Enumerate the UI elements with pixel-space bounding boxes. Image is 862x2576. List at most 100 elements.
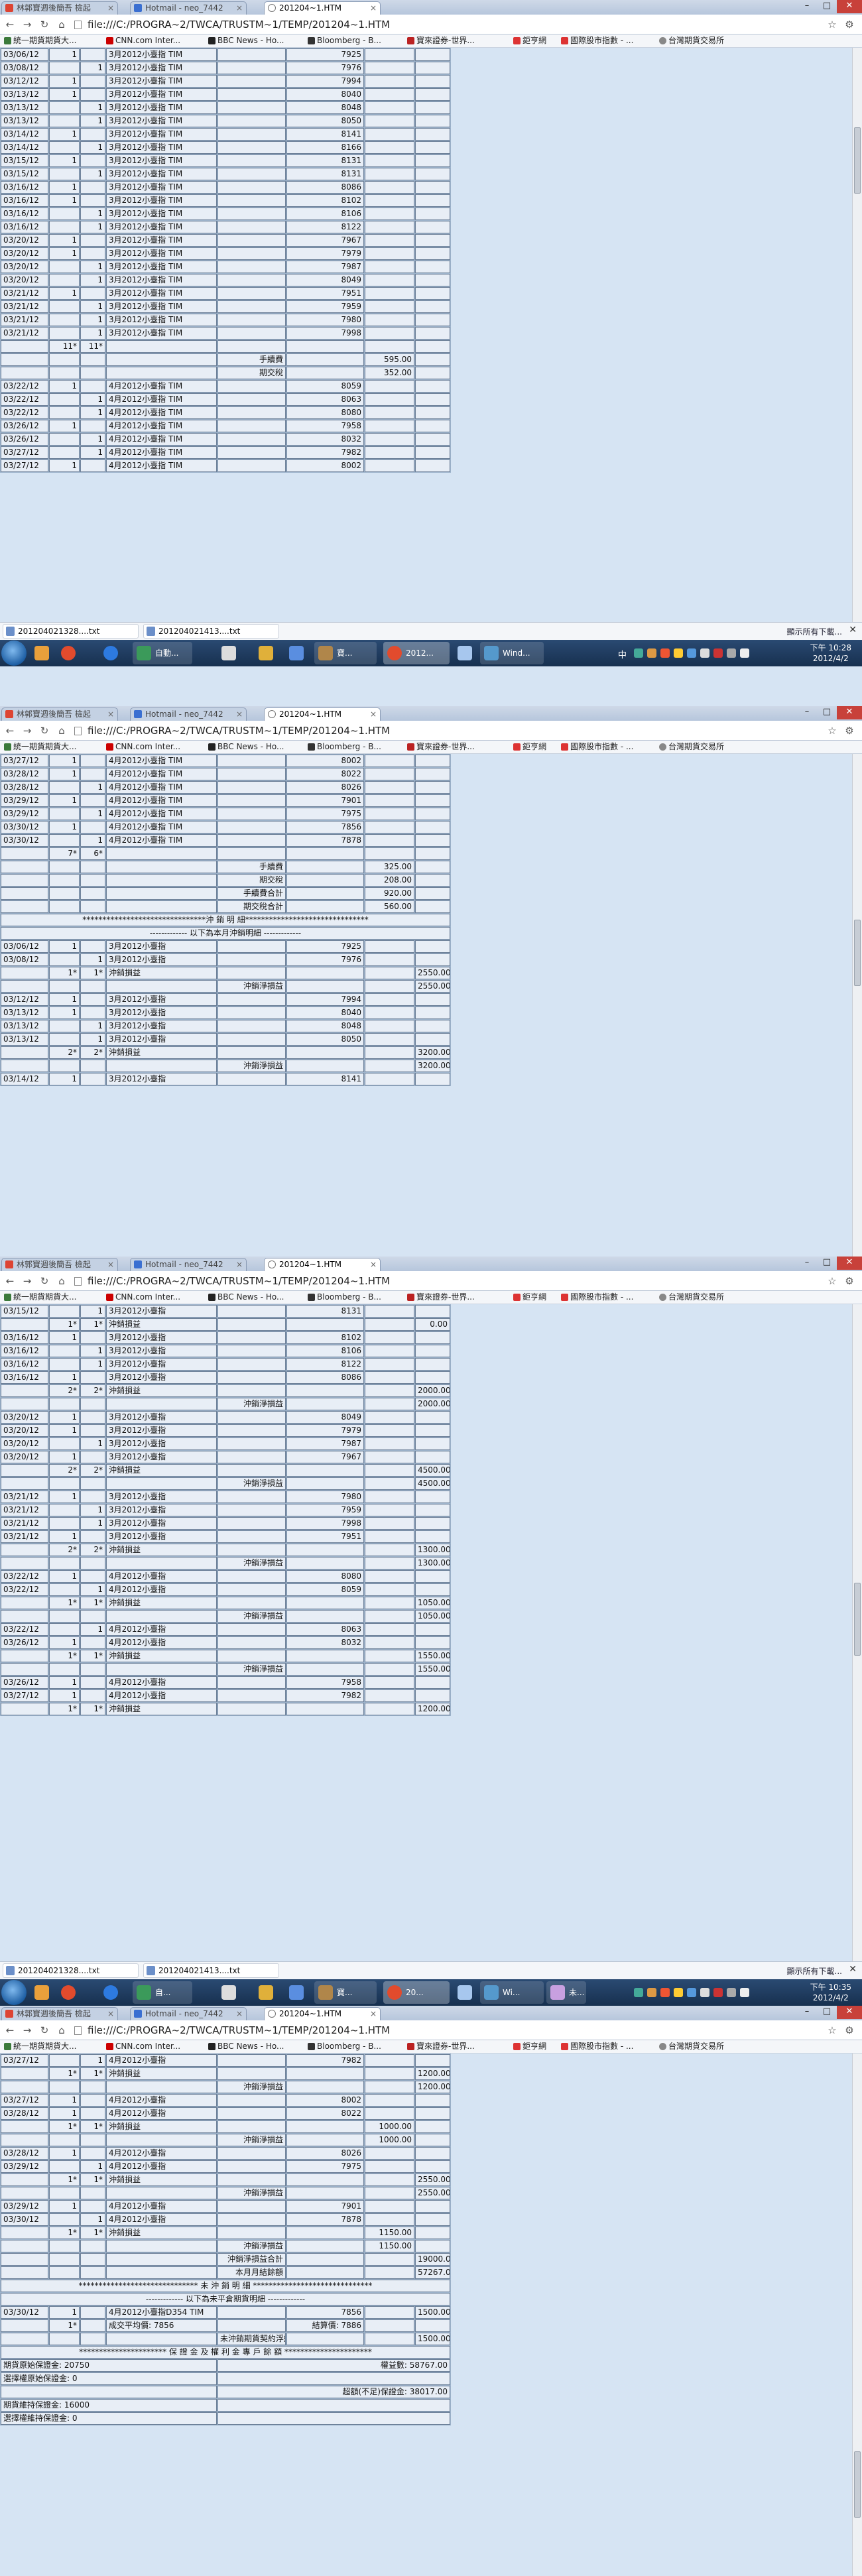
bookmark-3[interactable]: BBC News - Ho... (207, 741, 284, 753)
forward-icon[interactable]: → (20, 2024, 34, 2037)
tray-icon[interactable] (660, 648, 670, 658)
close-icon[interactable]: ✕ (849, 625, 857, 635)
close-icon[interactable]: × (370, 708, 377, 720)
tab-1[interactable]: 林郭寶週後簡吾 檢起 × (1, 707, 118, 721)
close-window-icon[interactable]: ✕ (837, 0, 862, 13)
volume-icon[interactable] (740, 1988, 749, 1997)
taskbar-item[interactable] (57, 642, 81, 664)
taskbar-item[interactable] (99, 642, 123, 664)
address-bar[interactable]: file:///C:/PROGRA~2/TWCA/TRUSTM~1/TEMP/2… (70, 2023, 826, 2038)
scrollbar-thumb[interactable] (854, 2451, 861, 2518)
ime-indicator[interactable]: 中 (618, 648, 627, 660)
minimize-icon[interactable]: – (797, 0, 817, 13)
close-icon[interactable]: × (370, 2, 377, 14)
tab-3[interactable]: 201204~1.HTM × (264, 1258, 381, 1271)
wrench-icon[interactable]: ⚙ (842, 2024, 857, 2037)
close-window-icon[interactable]: ✕ (837, 2006, 862, 2019)
bookmark-5[interactable]: 寶來證券-世界... (406, 2040, 475, 2053)
bookmark-4[interactable]: Bloomberg - B... (306, 741, 381, 753)
close-icon[interactable]: × (107, 1258, 114, 1270)
download-item-2[interactable]: 201204021413....txt (143, 624, 279, 639)
taskbar-item[interactable] (255, 642, 278, 664)
wrench-icon[interactable]: ⚙ (842, 18, 857, 31)
star-icon[interactable]: ☆ (825, 724, 839, 737)
back-icon[interactable]: ← (3, 2024, 17, 2037)
close-icon[interactable]: × (107, 2, 114, 14)
address-bar[interactable]: file:///C:/PROGRA~2/TWCA/TRUSTM~1/TEMP/2… (70, 1274, 826, 1288)
network-icon[interactable] (727, 648, 736, 658)
tray-icon[interactable] (634, 648, 643, 658)
close-icon[interactable]: × (236, 2, 243, 14)
close-icon[interactable]: ✕ (849, 1964, 857, 1975)
bookmark-4[interactable]: Bloomberg - B... (306, 34, 381, 47)
close-icon[interactable]: × (236, 708, 243, 720)
star-icon[interactable]: ☆ (825, 18, 839, 31)
start-button[interactable] (1, 1980, 27, 2005)
bookmark-5[interactable]: 寶來證券-世界... (406, 1291, 475, 1304)
taskbar-item[interactable] (285, 1981, 309, 2004)
tab-1[interactable]: 林郭寶週後簡吾 檢起 × (1, 2007, 118, 2020)
tray-icon[interactable] (647, 1988, 656, 1997)
close-icon[interactable]: × (107, 2008, 114, 2020)
tab-2[interactable]: Hotmail - neo_7442 × (130, 707, 247, 721)
scrollbar-thumb[interactable] (854, 1583, 861, 1656)
bookmark-8[interactable]: 台灣期貨交易所 (658, 741, 724, 753)
show-all-downloads[interactable]: 顯示所有下載... (787, 626, 842, 637)
tray-icon[interactable] (700, 1988, 709, 1997)
bookmark-3[interactable]: BBC News - Ho... (207, 2040, 284, 2053)
bookmark-3[interactable]: BBC News - Ho... (207, 34, 284, 47)
taskbar-item[interactable] (217, 642, 241, 664)
tab-1[interactable]: 林郭寶週後簡吾 檢起 × (1, 1, 118, 15)
taskbar-item[interactable]: 未... (546, 1981, 586, 2004)
taskbar-item[interactable] (285, 642, 309, 664)
vertical-scrollbar[interactable] (852, 754, 862, 1257)
back-icon[interactable]: ← (3, 724, 17, 737)
download-item-1[interactable]: 201204021328....txt (3, 624, 139, 639)
back-icon[interactable]: ← (3, 1274, 17, 1288)
home-icon[interactable]: ⌂ (54, 2024, 69, 2037)
bookmark-1[interactable]: 統一期貨期貨大... (3, 34, 76, 47)
scrollbar-thumb[interactable] (854, 127, 861, 194)
reload-icon[interactable]: ↻ (37, 18, 52, 31)
tray-icon[interactable] (634, 1988, 643, 1997)
tray-icon[interactable] (687, 648, 696, 658)
vertical-scrollbar[interactable] (852, 2054, 862, 2576)
taskbar-item[interactable] (454, 1981, 477, 2004)
taskbar-item[interactable]: 自... (133, 1981, 192, 2004)
flag-icon[interactable] (713, 1988, 723, 1997)
maximize-icon[interactable]: □ (817, 1257, 837, 1270)
bookmark-8[interactable]: 台灣期貨交易所 (658, 2040, 724, 2053)
bookmark-4[interactable]: Bloomberg - B... (306, 2040, 381, 2053)
taskbar-item[interactable] (31, 642, 54, 664)
tray-icon[interactable] (700, 648, 709, 658)
close-window-icon[interactable]: ✕ (837, 1257, 862, 1270)
close-icon[interactable]: × (236, 1258, 243, 1270)
forward-icon[interactable]: → (20, 18, 34, 31)
tab-2[interactable]: Hotmail - neo_7442 × (130, 1, 247, 15)
close-icon[interactable]: × (236, 2008, 243, 2020)
home-icon[interactable]: ⌂ (54, 1274, 69, 1288)
maximize-icon[interactable]: □ (817, 0, 837, 13)
show-all-downloads[interactable]: 顯示所有下載... (787, 1965, 842, 1977)
back-icon[interactable]: ← (3, 18, 17, 31)
bookmark-1[interactable]: 統一期貨期貨大... (3, 2040, 76, 2053)
taskbar-item[interactable] (255, 1981, 278, 2004)
bookmark-7[interactable]: 國際股市指數 - ... (560, 34, 633, 47)
taskbar-item[interactable]: 2012... (383, 642, 450, 664)
minimize-icon[interactable]: – (797, 706, 817, 719)
reload-icon[interactable]: ↻ (37, 724, 52, 737)
clock[interactable]: 下午 10:28 2012/4/2 (810, 643, 851, 664)
close-icon[interactable]: × (107, 708, 114, 720)
tab-3[interactable]: 201204~1.HTM × (264, 1, 381, 15)
wrench-icon[interactable]: ⚙ (842, 1274, 857, 1288)
vertical-scrollbar[interactable] (852, 48, 862, 622)
network-icon[interactable] (727, 1988, 736, 1997)
tab-3[interactable]: 201204~1.HTM × (264, 2007, 381, 2020)
reload-icon[interactable]: ↻ (37, 2024, 52, 2037)
home-icon[interactable]: ⌂ (54, 18, 69, 31)
bookmark-2[interactable]: CNN.com Inter... (105, 2040, 180, 2053)
maximize-icon[interactable]: □ (817, 706, 837, 719)
taskbar-item[interactable] (454, 642, 477, 664)
taskbar-item[interactable]: 自動... (133, 642, 192, 664)
bookmark-6[interactable]: 鉅亨網 (512, 741, 546, 753)
